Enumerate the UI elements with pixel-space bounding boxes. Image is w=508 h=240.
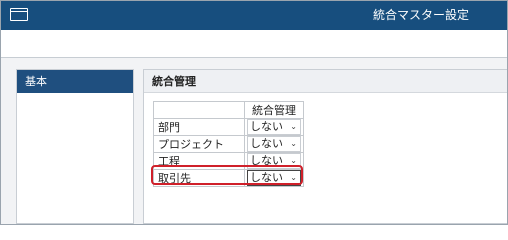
highlight-box xyxy=(151,165,303,185)
value-cell: しない ⌄ xyxy=(244,118,304,136)
sidebar: 基本 xyxy=(16,69,134,224)
title-bar: 統合マスター設定 xyxy=(1,1,507,30)
row-label: プロジェクト xyxy=(153,135,245,153)
value-cell: しない ⌄ xyxy=(244,135,304,153)
select-value: しない xyxy=(250,137,283,150)
main-content: 基本 統合管理 統合管理 部門 しない ⌄ プロジェクト しない ⌄ 工程 しな… xyxy=(1,58,507,224)
table-header-row: 統合管理 xyxy=(153,101,304,119)
toolbar-area xyxy=(1,30,507,58)
window-title: 統合マスター設定 xyxy=(372,8,469,22)
integration-select[interactable]: しない ⌄ xyxy=(247,136,301,152)
integration-select[interactable]: しない ⌄ xyxy=(247,119,301,135)
panel-title: 統合管理 xyxy=(144,70,507,93)
column-header-integration: 統合管理 xyxy=(244,101,304,119)
chevron-down-icon: ⌄ xyxy=(290,122,297,131)
app-window: 統合マスター設定 基本 統合管理 統合管理 部門 しない ⌄ プロジェクト しな… xyxy=(0,0,508,225)
integration-panel: 統合管理 統合管理 部門 しない ⌄ プロジェクト しない ⌄ 工程 しない ⌄… xyxy=(143,69,507,224)
window-icon[interactable] xyxy=(10,8,28,21)
sidebar-item-basic[interactable]: 基本 xyxy=(17,70,133,93)
column-header-name xyxy=(153,101,245,119)
table-row: プロジェクト しない ⌄ xyxy=(153,135,304,153)
table-row: 部門 しない ⌄ xyxy=(153,118,304,136)
chevron-down-icon: ⌄ xyxy=(290,139,297,148)
select-value: しない xyxy=(250,120,283,133)
row-label: 部門 xyxy=(153,118,245,136)
